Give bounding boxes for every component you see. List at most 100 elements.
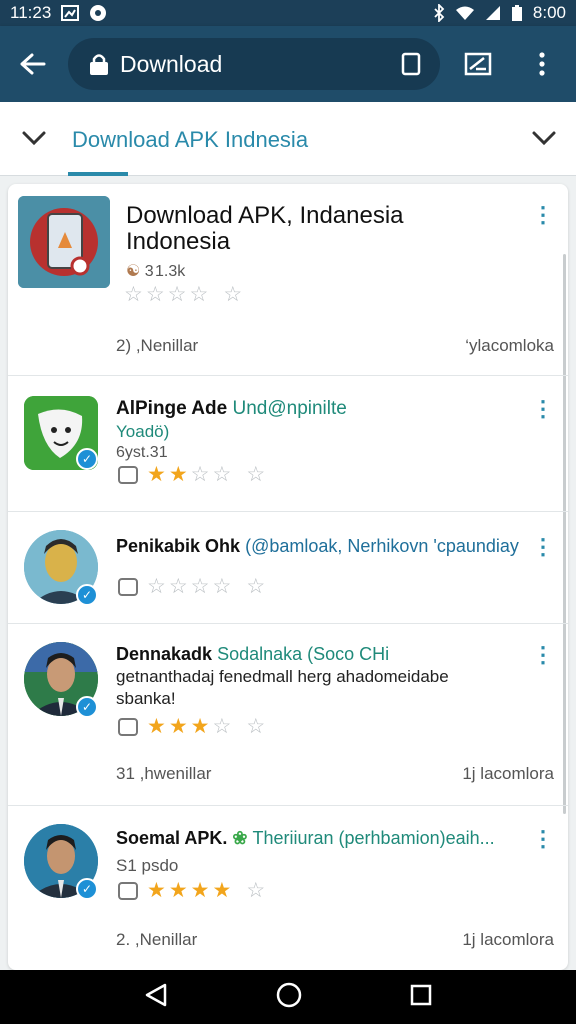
rating-star-icon: ☆ [190, 575, 210, 598]
item-title[interactable]: Soemal APK. ❀ Theriiuran (perhbamion)eai… [116, 828, 495, 849]
more-vert-icon [539, 52, 545, 76]
rating-stars: ★ ★ ★ ★ ☆ [118, 880, 265, 901]
rating-box-icon [118, 717, 138, 736]
rating-star-icon: ☆ [212, 715, 232, 738]
list-item[interactable]: ✓ Soemal APK. ❀ Theriiuran (perhbamion)e… [8, 806, 568, 970]
item-source: (@bamloak, Nerhikovn 'cpaundiay [245, 536, 519, 556]
item-subtitle: Yoadö) [116, 422, 170, 441]
item-meta: ☯ 3 1.3k [126, 261, 185, 281]
rating-star-icon: ☆ [168, 575, 188, 598]
rating-star-icon: ☆ [212, 575, 232, 598]
favorite-star-icon[interactable]: ☆ [246, 880, 265, 901]
item-app-name: Penikabik Ohk [116, 536, 241, 556]
favorite-star-icon[interactable]: ☆ [246, 576, 265, 597]
overflow-menu-button[interactable] [522, 44, 562, 84]
rating-star-icon: ★ [168, 463, 188, 486]
section-tabbar: Download APK Indnesia [0, 102, 576, 176]
rating-star-icon: ★ [190, 879, 210, 902]
item-footer-left: 2) ,Nenillar [116, 336, 199, 355]
rating-stars: ★ ★ ★ ☆ ☆ [118, 716, 265, 737]
item-source: Sodalnaka (Soco CHi [217, 644, 390, 664]
rating-star-icon: ☆ [212, 463, 232, 486]
rating-box-icon [118, 577, 138, 596]
home-circle-icon [276, 982, 302, 1007]
item-footer-right: 1j lacomlora [462, 764, 554, 783]
leaf-icon: ❀ [232, 828, 248, 848]
verified-badge-icon: ✓ [76, 584, 98, 606]
item-more-button[interactable]: ⋮ [532, 642, 554, 668]
reader-mode-button[interactable] [458, 44, 498, 84]
rating-box-icon [118, 465, 138, 484]
rating-stars: ☆ ☆ ☆ ☆ ☆ [124, 284, 242, 305]
image-notification-icon [61, 5, 80, 21]
rating-star-icon: ★ [168, 715, 188, 738]
rating-star-icon: ★ [147, 715, 166, 738]
rating-star-icon: ☆ [190, 463, 210, 486]
status-time-right: 8:00 [532, 3, 566, 22]
chevron-down-icon [532, 131, 556, 146]
item-title[interactable]: Download APK, Indanesia [126, 202, 404, 230]
rating-star-icon: ☆ [145, 283, 165, 306]
tab-download-apk[interactable]: Download APK Indnesia [72, 127, 308, 153]
browser-toolbar: Download [0, 26, 576, 102]
item-app-name: Soemal APK. [116, 828, 228, 848]
list-item[interactable]: ✓ Penikabik Ohk (@bamloak, Nerhikovn 'cp… [8, 512, 568, 624]
download-count: 3 1.3k [144, 263, 186, 280]
app-icon [18, 196, 110, 288]
nav-recents-button[interactable] [409, 983, 433, 1012]
item-more-button[interactable]: ⋮ [532, 534, 554, 560]
favorite-star-icon[interactable]: ☆ [246, 716, 265, 737]
tabs-icon[interactable] [400, 51, 422, 77]
item-more-button[interactable]: ⋮ [532, 202, 554, 228]
chevron-down-icon [22, 131, 46, 146]
rating-star-icon: ☆ [124, 283, 143, 306]
rating-star-icon: ★ [212, 879, 232, 902]
collapse-button[interactable] [20, 124, 48, 157]
verified-badge-icon: ✓ [76, 878, 98, 900]
expand-button[interactable] [530, 124, 558, 157]
download-count: 6yst.31 [116, 444, 168, 461]
item-more-button[interactable]: ⋮ [532, 396, 554, 422]
lock-icon [90, 54, 108, 75]
item-app-name: AlPinge Ade [116, 398, 228, 419]
verified-badge-icon: ✓ [76, 696, 98, 718]
item-source: Theriiuran (perhbamion)eaih... [252, 828, 495, 848]
url-bar[interactable]: Download [68, 38, 440, 90]
item-title-line2[interactable]: Indonesia [126, 228, 230, 256]
verified-badge-icon: ✓ [76, 448, 98, 470]
rating-box-icon [118, 881, 138, 900]
rating-star-icon: ☆ [167, 283, 187, 306]
app-icon: ✓ [24, 396, 98, 470]
item-more-button[interactable]: ⋮ [532, 826, 554, 852]
results-list: Download APK, Indanesia Indonesia ☯ 3 1.… [8, 184, 568, 970]
item-description-line2: sbanka! [116, 689, 176, 708]
rating-star-icon: ☆ [147, 575, 166, 598]
item-title[interactable]: AlPinge Ade Und@npinilte [116, 398, 347, 420]
bluetooth-icon [433, 4, 445, 22]
back-button[interactable] [14, 46, 50, 82]
wifi-icon [455, 5, 475, 21]
rating-stars: ★ ★ ☆ ☆ ☆ [118, 464, 265, 485]
rating-star-icon: ★ [168, 879, 188, 902]
signal-icon [485, 5, 501, 21]
battery-icon [511, 4, 523, 22]
item-footer-right: 1j lacomlora [462, 930, 554, 949]
list-item[interactable]: ✓ Dennakadk Sodalnaka (Soco CHi getnanth… [8, 624, 568, 806]
item-title[interactable]: Penikabik Ohk (@bamloak, Nerhikovn 'cpau… [116, 536, 519, 557]
rating-star-icon: ☆ [189, 283, 209, 306]
list-item[interactable]: ✓ AlPinge Ade Und@npinilte Yoadö) 6yst.3… [8, 376, 568, 512]
rating-stars: ☆ ☆ ☆ ☆ ☆ [118, 576, 265, 597]
favorite-star-icon[interactable]: ☆ [246, 464, 265, 485]
item-footer-left: 2. ,Nenillar [116, 930, 198, 949]
nav-back-button[interactable] [143, 982, 169, 1013]
back-triangle-icon [145, 983, 167, 1006]
nav-home-button[interactable] [275, 981, 303, 1014]
status-time-left: 11:23 [10, 3, 52, 22]
tab-active-indicator [68, 172, 128, 176]
system-nav-bar [0, 970, 576, 1024]
app-notification-icon [89, 4, 107, 22]
rating-star-icon: ★ [190, 715, 210, 738]
item-title[interactable]: Dennakadk Sodalnaka (Soco CHi [116, 644, 389, 665]
favorite-star-icon[interactable]: ☆ [223, 284, 242, 305]
list-item[interactable]: Download APK, Indanesia Indonesia ☯ 3 1.… [8, 184, 568, 376]
